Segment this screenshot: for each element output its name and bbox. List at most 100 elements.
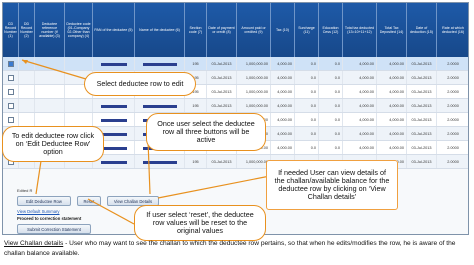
column-header: DD Record Number (2) (19, 3, 35, 57)
cell-deduction-date: 03-Jul-2013 (407, 141, 437, 154)
table-row[interactable]: 19503-Jul-20131,000,000.004,000.000.00.0… (3, 71, 468, 85)
empty-cell (65, 113, 93, 126)
column-header: Education Cess (12) (319, 3, 343, 57)
callout-once-selected: Once user select the deductee row all th… (146, 113, 266, 151)
cell-total-deposited: 4,000.00 (377, 141, 407, 154)
column-header: Date of deduction (15) (407, 3, 437, 57)
cell-surcharge: 0.0 (295, 57, 319, 70)
row-checkbox[interactable] (7, 103, 14, 109)
cell-amount: 1,000,000.00 (237, 85, 271, 98)
edit-deductee-row-button[interactable]: Edit Deductee Row (17, 196, 71, 206)
cell-section: 195 (185, 155, 207, 168)
empty-cell (35, 71, 65, 84)
table-row[interactable]: 19503-Jul-20131,000,000.004,000.000.00.0… (3, 99, 468, 113)
cell-tax: 4,000.00 (271, 99, 295, 112)
cell-surcharge: 0.0 (295, 71, 319, 84)
cell-rate: 2.0000 (437, 141, 468, 154)
table-row[interactable]: 19503-Jul-20131,000,000.004,000.000.00.0… (3, 57, 468, 71)
cell-tax: 4,000.00 (271, 85, 295, 98)
cell-date: 03-Jul-2013 (207, 71, 237, 84)
cell-date: 03-Jul-2013 (207, 99, 237, 112)
column-header: Deductee code (01-Company 02-Other than … (65, 3, 93, 57)
cell-tax: 4,000.00 (271, 113, 295, 126)
cell-deduction-date: 03-Jul-2013 (407, 113, 437, 126)
redaction-bar (100, 118, 127, 122)
cell-tax: 4,000.00 (271, 71, 295, 84)
cell-rate: 2.0000 (437, 113, 468, 126)
cell-total-deposited: 4,000.00 (377, 57, 407, 70)
cell-amount: 1,000,000.00 (237, 57, 271, 70)
column-header: Section code (7) (185, 3, 207, 57)
callout-select-row: Select deductee row to edit (84, 72, 196, 96)
cell-cess: 0.0 (319, 113, 343, 126)
redaction-bar (142, 160, 177, 164)
note-text: - User who may want to see the challan t… (4, 240, 456, 257)
column-header: Deductee reference number (if available)… (35, 3, 65, 57)
cell-total-deducted: 4,000.00 (343, 71, 377, 84)
cell-total-deposited: 4,000.00 (377, 113, 407, 126)
redaction-bar (100, 104, 127, 108)
cell-rate: 2.0000 (437, 57, 468, 70)
empty-cell (35, 85, 65, 98)
callout-reset: If user select ‘reset’, the deductee row… (134, 205, 266, 241)
column-header: Amount paid or credited (9) (237, 3, 271, 57)
empty-cell (65, 99, 93, 112)
column-header: PAN of the deductee (5) (93, 3, 135, 57)
redaction-bar (100, 62, 127, 66)
column-header: Date of payment or credit (8) (207, 3, 237, 57)
cell-cess: 0.0 (319, 141, 343, 154)
cell-total-deducted: 4,000.00 (343, 141, 377, 154)
cell-section: 195 (185, 99, 207, 112)
name-cell-redacted (135, 57, 185, 70)
reset-button[interactable]: Reset (77, 196, 101, 206)
bottom-note: View Challan details - User who may want… (4, 239, 472, 258)
grid-header: CD Record Number (1) DD Record Number (2)… (3, 3, 468, 57)
cell-amount: 1,000,000.00 (237, 71, 271, 84)
pan-cell-redacted (93, 57, 135, 70)
cell-total-deposited: 4,000.00 (377, 85, 407, 98)
callout-edit-row: To edit deductee row click on ‘Edit Dedu… (2, 126, 104, 162)
cell-rate: 2.0000 (437, 99, 468, 112)
empty-cell (19, 57, 35, 70)
cell-section: 195 (185, 57, 207, 70)
empty-cell (19, 85, 35, 98)
cell-total-deducted: 4,000.00 (343, 99, 377, 112)
redaction-bar (100, 146, 127, 150)
column-header: Surcharge (11) (295, 3, 319, 57)
view-default-summary-link[interactable]: View Default Summary (17, 209, 60, 214)
submit-correction-statement-button[interactable]: Submit Correction Statement (17, 224, 91, 234)
cell-date: 03-Jul-2013 (207, 57, 237, 70)
row-checkbox[interactable] (7, 61, 14, 67)
cell-surcharge: 0.0 (295, 85, 319, 98)
row-checkbox[interactable] (7, 117, 14, 123)
cell-total-deducted: 4,000.00 (343, 127, 377, 140)
table-row[interactable]: 19503-Jul-20131,000,000.004,000.000.00.0… (3, 85, 468, 99)
cell-deduction-date: 03-Jul-2013 (407, 155, 437, 168)
cell-rate: 2.0000 (437, 71, 468, 84)
empty-cell (35, 57, 65, 70)
row-select-cell (3, 85, 19, 98)
cell-total-deposited: 4,000.00 (377, 99, 407, 112)
cell-total-deposited: 4,000.00 (377, 127, 407, 140)
cell-date: 03-Jul-2013 (207, 155, 237, 168)
row-checkbox[interactable] (7, 89, 14, 95)
column-header: Rate at which deducted (16) (437, 3, 468, 57)
cell-cess: 0.0 (319, 85, 343, 98)
cell-surcharge: 0.0 (295, 99, 319, 112)
row-checkbox[interactable] (7, 75, 14, 81)
empty-cell (19, 71, 35, 84)
name-cell-redacted (135, 155, 185, 168)
cell-rate: 2.0000 (437, 127, 468, 140)
column-header: Name of the deductee (6) (135, 3, 185, 57)
cell-total-deposited: 4,000.00 (377, 71, 407, 84)
cell-deduction-date: 03-Jul-2013 (407, 127, 437, 140)
pan-cell-redacted (93, 99, 135, 112)
redaction-bar (100, 160, 127, 164)
row-select-cell (3, 71, 19, 84)
cell-total-deducted: 4,000.00 (343, 85, 377, 98)
column-header: Total tax deducted (13=10+11+12) (343, 3, 377, 57)
cell-cess: 0.0 (319, 57, 343, 70)
cell-tax: 4,000.00 (271, 57, 295, 70)
row-select-cell (3, 57, 19, 70)
proceed-label: Proceed to correction statement (17, 216, 82, 221)
